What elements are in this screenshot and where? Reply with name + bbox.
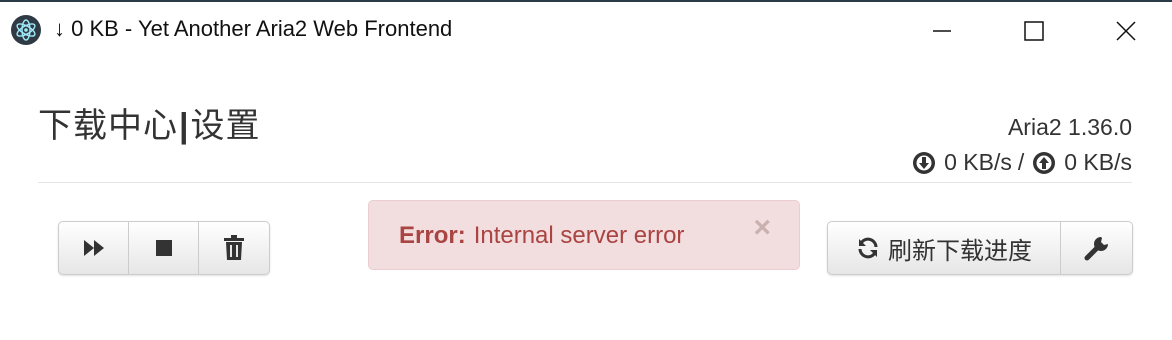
speed-separator: / bbox=[1017, 149, 1025, 175]
start-all-button[interactable] bbox=[59, 222, 129, 274]
nav-download-center-link[interactable]: 下载中心 bbox=[38, 98, 178, 147]
task-settings-button[interactable] bbox=[1061, 222, 1132, 274]
stop-button[interactable] bbox=[129, 222, 199, 274]
maximize-button[interactable] bbox=[988, 4, 1080, 58]
nav-separator: | bbox=[179, 107, 190, 145]
upload-circle-icon bbox=[1033, 151, 1056, 174]
download-circle-icon bbox=[913, 151, 936, 174]
close-icon bbox=[1116, 21, 1136, 41]
alert-close-button[interactable]: × bbox=[753, 213, 771, 243]
header-divider bbox=[38, 182, 1132, 183]
refresh-label: 刷新下载进度 bbox=[888, 237, 1032, 265]
alert-detail: Internal server error bbox=[473, 222, 685, 249]
refresh-settings-group: 刷新下载进度 bbox=[827, 221, 1133, 275]
trash-icon bbox=[224, 235, 244, 260]
refresh-progress-button[interactable]: 刷新下载进度 bbox=[828, 222, 1061, 274]
close-button[interactable] bbox=[1080, 4, 1172, 58]
maximize-icon bbox=[1024, 21, 1044, 41]
minimize-button[interactable] bbox=[896, 4, 988, 58]
nav-settings-link[interactable]: 设置 bbox=[191, 98, 261, 147]
task-action-group bbox=[58, 221, 270, 275]
alert-message: Error: Internal server error bbox=[399, 222, 684, 250]
download-speed: 0 KB/s bbox=[944, 149, 1012, 175]
stop-icon bbox=[155, 240, 172, 256]
alert-label: Error: bbox=[399, 222, 466, 249]
refresh-icon bbox=[858, 237, 878, 259]
error-alert: Error: Internal server error × bbox=[368, 200, 800, 270]
minimize-icon bbox=[933, 30, 951, 32]
wrench-icon bbox=[1084, 237, 1108, 261]
page-header-nav: 下载中心|设置 bbox=[38, 98, 261, 147]
aria2-version: Aria2 1.36.0 bbox=[1007, 114, 1132, 140]
title-bar[interactable]: ↓ 0 KB - Yet Another Aria2 Web Frontend bbox=[0, 2, 1172, 58]
delete-button[interactable] bbox=[199, 222, 269, 274]
electron-app-icon bbox=[11, 15, 41, 45]
window-title: ↓ 0 KB - Yet Another Aria2 Web Frontend bbox=[54, 16, 453, 41]
upload-speed: 0 KB/s bbox=[1064, 149, 1132, 175]
app-window: ↓ 0 KB - Yet Another Aria2 Web Frontend … bbox=[0, 0, 1172, 340]
global-speed-indicator: 0 KB/s / 0 KB/s bbox=[912, 149, 1132, 176]
fast-forward-icon bbox=[83, 240, 104, 256]
